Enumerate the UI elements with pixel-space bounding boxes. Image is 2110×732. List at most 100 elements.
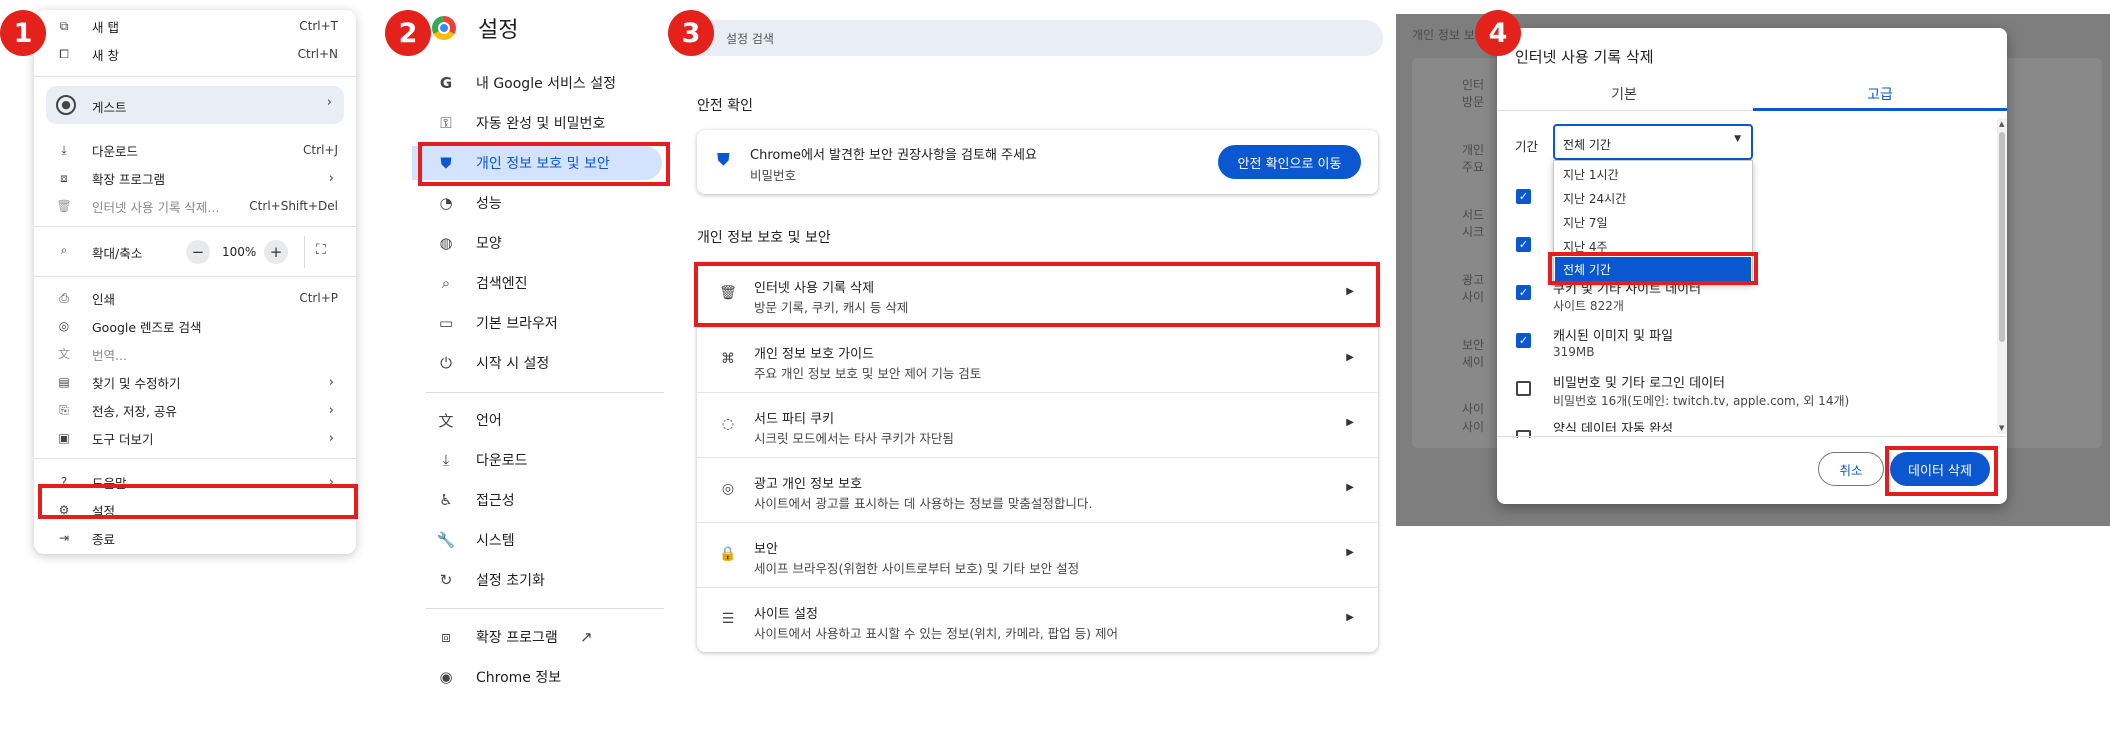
lock-icon: 🔒 bbox=[719, 546, 737, 562]
browser-icon: ▭ bbox=[438, 314, 454, 332]
option-24-hours[interactable]: 지난 24시간 bbox=[1555, 186, 1751, 210]
menu-item-translate[interactable]: 文 번역... bbox=[34, 342, 356, 366]
step-badge-2: 2 bbox=[385, 10, 431, 56]
sidebar-item-extensions[interactable]: ⧈ 확장 프로그램 ↗ bbox=[412, 620, 662, 654]
checkbox-download-history[interactable]: ✓ bbox=[1516, 237, 1531, 252]
period-select[interactable]: 전체 기간 ▼ bbox=[1553, 124, 1753, 160]
item-cache-title: 캐시된 이미지 및 파일 bbox=[1553, 329, 1674, 344]
menu-item-print[interactable]: ⎙ 인쇄 Ctrl+P bbox=[34, 286, 356, 310]
dialog-title: 인터넷 사용 기록 삭제 bbox=[1515, 48, 1654, 66]
sidebar-item-default-browser[interactable]: ▭ 기본 브라우저 bbox=[412, 306, 662, 340]
cancel-button[interactable]: 취소 bbox=[1818, 452, 1884, 486]
sidebar-item-about-chrome[interactable]: ◉ Chrome 정보 bbox=[412, 660, 662, 694]
zoom-in-button[interactable]: + bbox=[264, 240, 288, 264]
item-cache-sub: 319MB bbox=[1553, 345, 1595, 359]
menu-item-new-tab[interactable]: ⧉ 새 탭 Ctrl+T bbox=[34, 14, 356, 38]
find-icon: ▤ bbox=[58, 375, 70, 389]
checkbox-history[interactable]: ✓ bbox=[1516, 189, 1531, 204]
checkbox-cached-images[interactable]: ✓ bbox=[1516, 333, 1531, 348]
option-1-hour[interactable]: 지난 1시간 bbox=[1555, 162, 1751, 186]
menu-item-clear-history[interactable]: 🗑 인터넷 사용 기록 삭제... Ctrl+Shift+Del bbox=[34, 194, 356, 218]
sidebar-item-reset[interactable]: ↻ 설정 초기화 bbox=[412, 563, 662, 597]
checkbox-passwords[interactable] bbox=[1516, 381, 1531, 396]
arrow-right-icon: ▶ bbox=[1346, 417, 1354, 428]
sidebar-item-search-engine[interactable]: ⌕ 검색엔진 bbox=[412, 266, 662, 300]
sidebar-item-downloads[interactable]: ⤓ 다운로드 bbox=[412, 443, 662, 477]
google-icon: G bbox=[439, 74, 453, 92]
extensions-icon: ⧈ bbox=[441, 628, 451, 646]
sidebar-item-on-startup[interactable]: ⏻ 시작 시 설정 bbox=[412, 346, 662, 380]
menu-item-more-tools[interactable]: ▣ 도구 더보기 › bbox=[34, 426, 356, 450]
privacy-section-heading: 개인 정보 보호 및 보안 bbox=[697, 230, 831, 246]
guide-icon: ⌘ bbox=[721, 351, 735, 367]
zoom-out-button[interactable]: − bbox=[186, 240, 210, 264]
palette-icon: ◍ bbox=[439, 234, 453, 252]
translate-icon: 文 bbox=[57, 347, 70, 361]
sidebar-item-languages[interactable]: 文 언어 bbox=[412, 403, 662, 437]
checkbox-cookies[interactable]: ✓ bbox=[1516, 285, 1531, 300]
sidebar-item-privacy[interactable]: ⛊ 개인 정보 보호 및 보안 bbox=[412, 146, 662, 180]
trash-icon: 🗑 bbox=[719, 285, 737, 301]
sidebar-item-google-services[interactable]: G 내 Google 서비스 설정 bbox=[412, 66, 662, 100]
safety-check-title: Chrome에서 발견한 보안 권장사항을 검토해 주세요 bbox=[750, 148, 1037, 163]
sidebar-item-autofill[interactable]: ⚿ 자동 완성 및 비밀번호 bbox=[412, 106, 662, 140]
accessibility-icon: ♿ bbox=[439, 491, 453, 509]
row-privacy-guide[interactable]: ⌘ 개인 정보 보호 가이드 주요 개인 정보 보호 및 보안 제어 기능 검토… bbox=[697, 327, 1378, 392]
menu-item-settings[interactable]: ⚙ 설정 bbox=[34, 498, 356, 522]
menu-item-new-window[interactable]: ⧠ 새 창 Ctrl+N bbox=[34, 42, 356, 66]
chrome-icon: ◉ bbox=[439, 668, 453, 686]
chevron-right-icon: › bbox=[328, 430, 334, 446]
row-site-settings[interactable]: ☰ 사이트 설정 사이트에서 사용하고 표시할 수 있는 정보(위치, 카메라,… bbox=[697, 587, 1378, 652]
arrow-right-icon: ▶ bbox=[1346, 286, 1354, 297]
sidebar-item-performance[interactable]: ◔ 성능 bbox=[412, 186, 662, 220]
row-security[interactable]: 🔒 보안 세이프 브라우징(위험한 사이트로부터 보호) 및 기타 보안 설정 … bbox=[697, 522, 1378, 587]
menu-item-find[interactable]: ▤ 찾기 및 수정하기 › bbox=[34, 370, 356, 394]
menu-item-downloads[interactable]: ⤓ 다운로드 Ctrl+J bbox=[34, 138, 356, 162]
lens-icon: ◎ bbox=[58, 319, 70, 333]
safety-check-button[interactable]: 안전 확인으로 이동 bbox=[1218, 145, 1361, 179]
option-7-days[interactable]: 지난 7일 bbox=[1555, 210, 1751, 234]
tab-active-indicator bbox=[1753, 108, 2007, 111]
external-link-icon: ↗ bbox=[580, 628, 593, 646]
sidebar-item-accessibility[interactable]: ♿ 접근성 bbox=[412, 483, 662, 517]
dialog-scrollbar[interactable]: ▲ ▼ bbox=[1997, 118, 2007, 434]
menu-item-help[interactable]: ? 도움말 › bbox=[34, 470, 356, 494]
download-icon: ⤓ bbox=[61, 143, 67, 157]
arrow-right-icon: ▶ bbox=[1346, 352, 1354, 363]
menu-item-guest[interactable]: ● 게스트 › bbox=[46, 86, 344, 124]
row-ad-privacy[interactable]: ◎ 광고 개인 정보 보호 사이트에서 광고를 표시하는 데 사용하는 정보를 … bbox=[697, 457, 1378, 522]
key-icon: ⚿ bbox=[440, 114, 452, 132]
chevron-right-icon: › bbox=[328, 374, 334, 390]
row-third-party-cookies[interactable]: ◌ 서드 파티 쿠키 시크릿 모드에서는 타사 쿠키가 자단됨 ▶ bbox=[697, 392, 1378, 457]
option-all-time[interactable]: 전체 기간 bbox=[1555, 257, 1751, 281]
sidebar-divider bbox=[426, 392, 664, 393]
option-4-weeks[interactable]: 지난 4주 bbox=[1555, 234, 1751, 258]
safety-check-subtitle: 비밀번호 bbox=[750, 168, 797, 183]
delete-data-button[interactable]: 데이터 삭제 bbox=[1890, 452, 1990, 486]
exit-icon: ⇥ bbox=[58, 531, 70, 545]
chevron-right-icon: › bbox=[326, 95, 332, 110]
item-cookies-sub: 사이트 822개 bbox=[1553, 299, 1624, 313]
sidebar-divider bbox=[426, 608, 664, 609]
chevron-right-icon: › bbox=[328, 170, 334, 186]
share-icon: ⎘ bbox=[59, 403, 69, 417]
help-icon: ? bbox=[60, 475, 68, 489]
shield-icon: ⛊ bbox=[717, 150, 730, 170]
menu-item-extensions[interactable]: ⧈ 확장 프로그램 › bbox=[34, 166, 356, 190]
sidebar-item-system[interactable]: 🔧 시스템 bbox=[412, 523, 662, 557]
settings-search-input[interactable]: 설정 검색 bbox=[676, 20, 1383, 56]
menu-item-share[interactable]: ⎘ 전송, 저장, 공유 › bbox=[34, 398, 356, 422]
extensions-icon: ⧈ bbox=[60, 171, 68, 185]
menu-item-lens[interactable]: ◎ Google 렌즈로 검색 bbox=[34, 314, 356, 338]
download-icon: ⤓ bbox=[442, 451, 450, 469]
guest-profile-icon: ● bbox=[56, 95, 76, 115]
item-passwords-sub: 비밀번호 16개(도메인: twitch.tv, apple.com, 외 14… bbox=[1553, 394, 1850, 408]
menu-item-exit[interactable]: ⇥ 종료 bbox=[34, 526, 356, 550]
row-clear-browsing-data[interactable]: 🗑 인터넷 사용 기록 삭제 방문 기록, 쿠키, 캐시 등 삭제 ▶ bbox=[697, 262, 1378, 327]
power-icon: ⏻ bbox=[440, 354, 452, 372]
chrome-menu: ⧉ 새 탭 Ctrl+T ⧠ 새 창 Ctrl+N ● 게스트 › ⤓ 다운로드… bbox=[34, 10, 356, 554]
sidebar-item-appearance[interactable]: ◍ 모양 bbox=[412, 226, 662, 260]
reset-icon: ↻ bbox=[439, 571, 453, 589]
fullscreen-icon[interactable]: ⛶ bbox=[316, 242, 326, 258]
step-badge-3: 3 bbox=[668, 10, 714, 56]
